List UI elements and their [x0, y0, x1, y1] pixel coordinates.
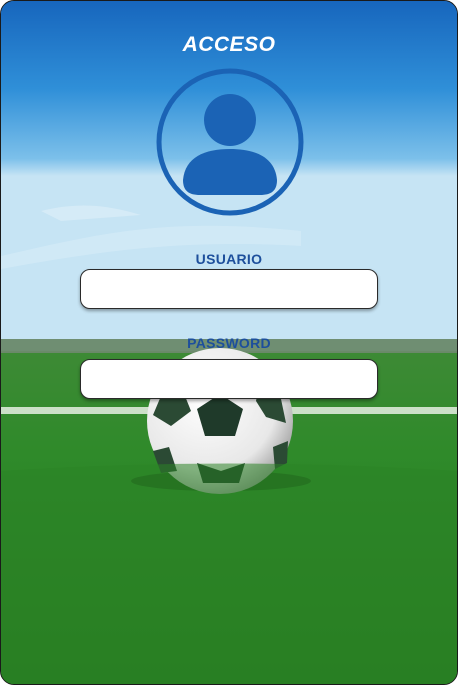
screen-title: ACCESO	[182, 33, 276, 56]
username-label: USUARIO	[195, 251, 263, 267]
username-input[interactable]	[80, 269, 378, 309]
password-label: PASSWORD	[187, 335, 271, 351]
login-screen: ACCESO USUARIO PASSWORD	[0, 0, 458, 685]
user-avatar-icon	[156, 68, 304, 216]
password-input[interactable]	[80, 359, 378, 399]
